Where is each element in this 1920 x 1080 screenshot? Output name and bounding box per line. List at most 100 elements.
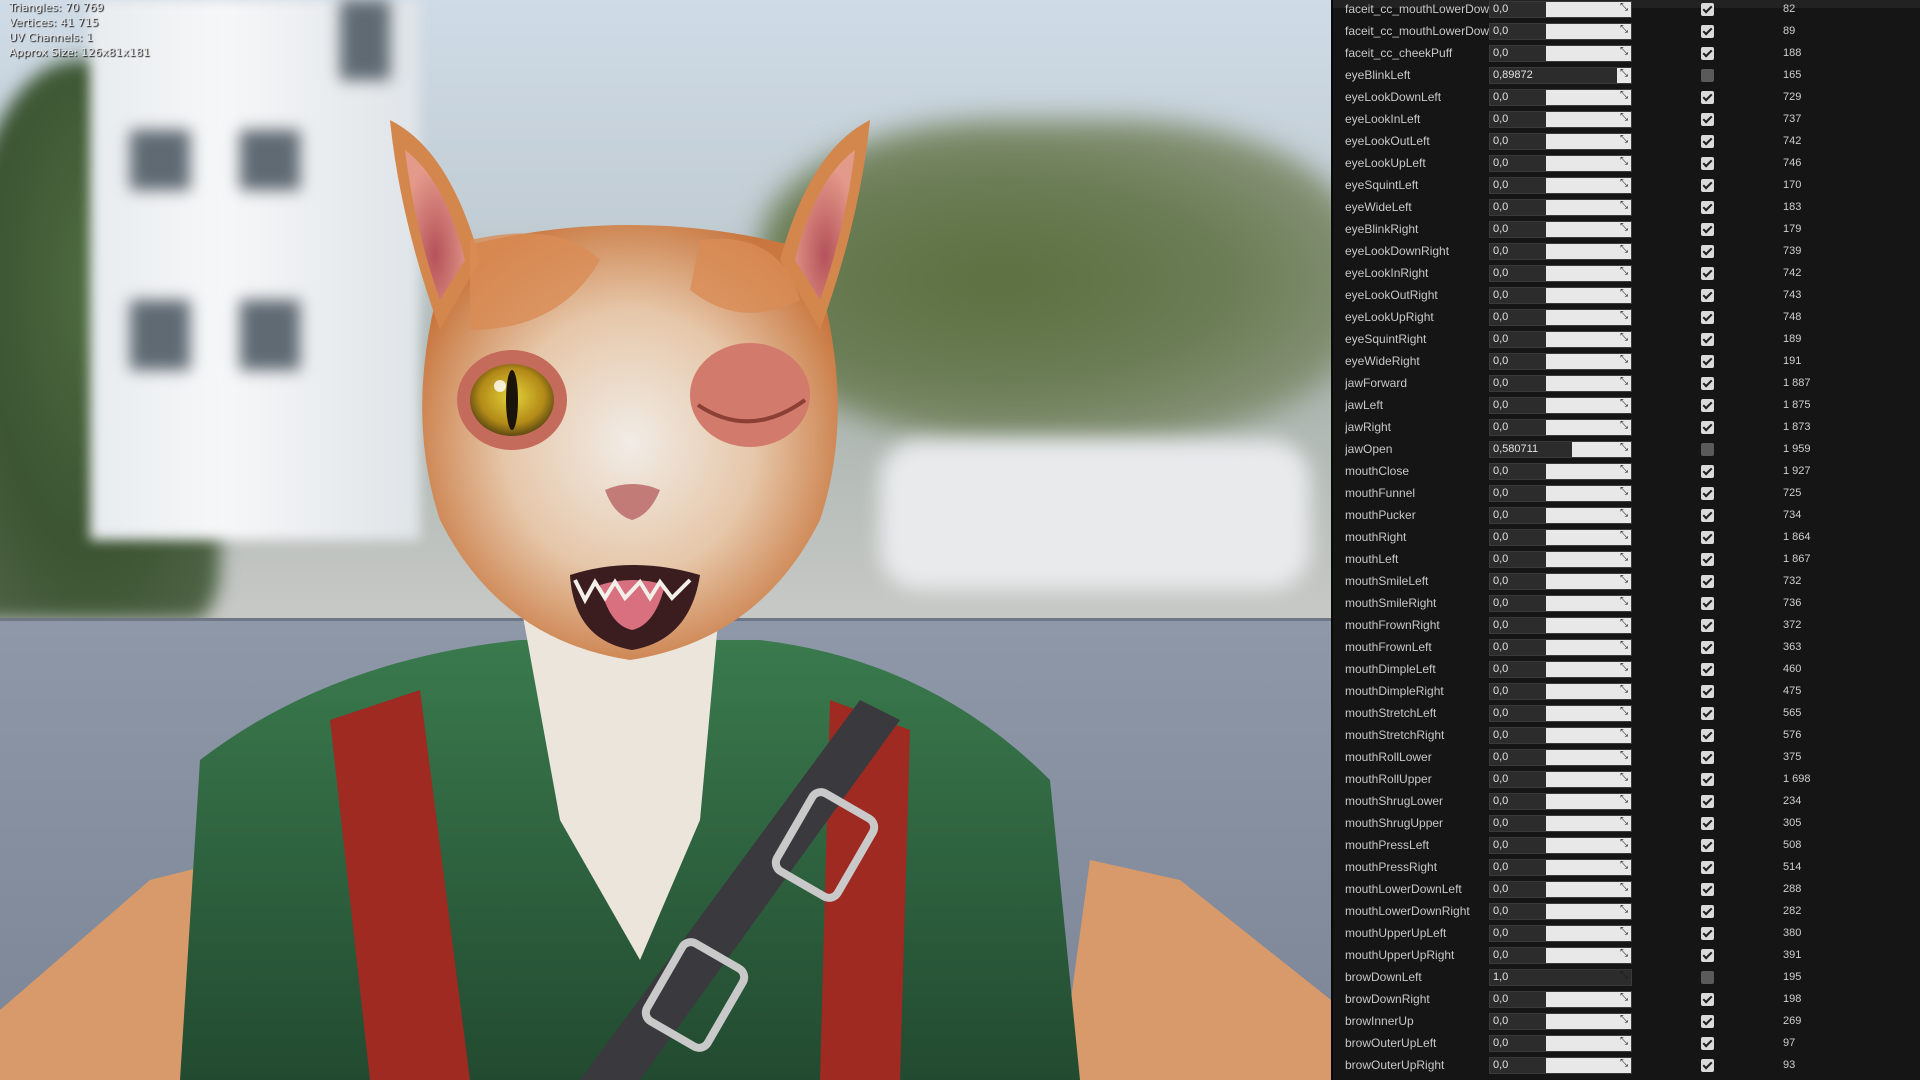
weight-value[interactable]: 0,0	[1493, 179, 1508, 191]
morph-target-row[interactable]: browDownRight 0,0 ⤡ 198	[1333, 989, 1920, 1011]
morph-target-row[interactable]: browInnerUp 0,0 ⤡ 269	[1333, 1011, 1920, 1033]
morph-target-row[interactable]: faceit_cc_mouthLowerDow 0,0 ⤡ 82	[1333, 0, 1920, 21]
weight-slider[interactable]: 0,0 ⤡	[1489, 683, 1632, 700]
auto-weight-checkbox[interactable]	[1701, 487, 1714, 500]
morph-target-row[interactable]: browOuterUpRight 0,0 ⤡ 93	[1333, 1055, 1920, 1077]
auto-weight-checkbox[interactable]	[1701, 113, 1714, 126]
morph-target-row[interactable]: jawRight 0,0 ⤡ 1 873	[1333, 417, 1920, 439]
weight-value[interactable]: 0,0	[1493, 949, 1508, 961]
weight-slider[interactable]: 0,0 ⤡	[1489, 1035, 1632, 1052]
weight-value[interactable]: 0,0	[1493, 289, 1508, 301]
auto-weight-checkbox[interactable]	[1701, 509, 1714, 522]
auto-weight-checkbox[interactable]	[1701, 25, 1714, 38]
weight-slider[interactable]: 0,0 ⤡	[1489, 639, 1632, 656]
auto-weight-checkbox[interactable]	[1701, 135, 1714, 148]
drag-arrows-icon[interactable]: ⤡	[1620, 728, 1628, 739]
drag-arrows-icon[interactable]: ⤡	[1620, 992, 1628, 1003]
morph-target-row[interactable]: mouthLowerDownRight 0,0 ⤡ 282	[1333, 901, 1920, 923]
drag-arrows-icon[interactable]: ⤡	[1620, 662, 1628, 673]
weight-slider[interactable]: 0,0 ⤡	[1489, 595, 1632, 612]
drag-arrows-icon[interactable]: ⤡	[1620, 860, 1628, 871]
drag-arrows-icon[interactable]: ⤡	[1620, 970, 1628, 981]
weight-slider[interactable]: 0,0 ⤡	[1489, 991, 1632, 1008]
weight-slider[interactable]: 0,0 ⤡	[1489, 331, 1632, 348]
auto-weight-checkbox[interactable]	[1701, 179, 1714, 192]
auto-weight-checkbox[interactable]	[1701, 223, 1714, 236]
weight-value[interactable]: 0,0	[1493, 773, 1508, 785]
drag-arrows-icon[interactable]: ⤡	[1620, 772, 1628, 783]
morph-target-row[interactable]: mouthStretchRight 0,0 ⤡ 576	[1333, 725, 1920, 747]
weight-slider[interactable]: 0,0 ⤡	[1489, 749, 1632, 766]
weight-slider[interactable]: 0,0 ⤡	[1489, 155, 1632, 172]
weight-slider[interactable]: 0,0 ⤡	[1489, 903, 1632, 920]
weight-value[interactable]: 0,0	[1493, 509, 1508, 521]
morph-target-row[interactable]: eyeLookUpRight 0,0 ⤡ 748	[1333, 307, 1920, 329]
weight-value[interactable]: 0,0	[1493, 1059, 1508, 1071]
weight-slider[interactable]: 0,0 ⤡	[1489, 243, 1632, 260]
weight-slider[interactable]: 1,0 ⤡	[1489, 969, 1632, 986]
morph-target-row[interactable]: faceit_cc_mouthLowerDow 0,0 ⤡ 89	[1333, 21, 1920, 43]
weight-value[interactable]: 0,0	[1493, 861, 1508, 873]
auto-weight-checkbox[interactable]	[1701, 861, 1714, 874]
drag-arrows-icon[interactable]: ⤡	[1620, 1014, 1628, 1025]
auto-weight-checkbox[interactable]	[1701, 399, 1714, 412]
weight-value[interactable]: 0,0	[1493, 531, 1508, 543]
auto-weight-checkbox[interactable]	[1701, 311, 1714, 324]
3d-viewport[interactable]: Triangles: 70 769 Vertices: 41 715 UV Ch…	[0, 0, 1331, 1080]
drag-arrows-icon[interactable]: ⤡	[1620, 1058, 1628, 1069]
drag-arrows-icon[interactable]: ⤡	[1620, 904, 1628, 915]
weight-value[interactable]: 0,0	[1493, 267, 1508, 279]
weight-slider[interactable]: 0,0 ⤡	[1489, 661, 1632, 678]
auto-weight-checkbox[interactable]	[1701, 333, 1714, 346]
drag-arrows-icon[interactable]: ⤡	[1620, 684, 1628, 695]
weight-value[interactable]: 0,580711	[1493, 443, 1538, 455]
auto-weight-checkbox[interactable]	[1701, 729, 1714, 742]
weight-slider[interactable]: 0,0 ⤡	[1489, 947, 1632, 964]
auto-weight-checkbox[interactable]	[1701, 289, 1714, 302]
morph-target-row[interactable]: jawOpen 0,580711 ⤡ 1 959	[1333, 439, 1920, 461]
auto-weight-checkbox[interactable]	[1701, 619, 1714, 632]
auto-weight-checkbox[interactable]	[1701, 971, 1714, 984]
auto-weight-checkbox[interactable]	[1701, 751, 1714, 764]
weight-value[interactable]: 0,0	[1493, 751, 1508, 763]
morph-target-row[interactable]: mouthRight 0,0 ⤡ 1 864	[1333, 527, 1920, 549]
drag-arrows-icon[interactable]: ⤡	[1620, 552, 1628, 563]
auto-weight-checkbox[interactable]	[1701, 685, 1714, 698]
weight-value[interactable]: 0,89872	[1493, 69, 1533, 81]
morph-target-row[interactable]: mouthRollUpper 0,0 ⤡ 1 698	[1333, 769, 1920, 791]
weight-value[interactable]: 0,0	[1493, 399, 1508, 411]
weight-slider[interactable]: 0,0 ⤡	[1489, 859, 1632, 876]
weight-slider[interactable]: 0,0 ⤡	[1489, 419, 1632, 436]
morph-target-row[interactable]: mouthSmileLeft 0,0 ⤡ 732	[1333, 571, 1920, 593]
drag-arrows-icon[interactable]: ⤡	[1620, 244, 1628, 255]
weight-value[interactable]: 0,0	[1493, 91, 1508, 103]
drag-arrows-icon[interactable]: ⤡	[1620, 1036, 1628, 1047]
weight-slider[interactable]: 0,0 ⤡	[1489, 507, 1632, 524]
auto-weight-checkbox[interactable]	[1701, 201, 1714, 214]
drag-arrows-icon[interactable]: ⤡	[1620, 112, 1628, 123]
auto-weight-checkbox[interactable]	[1701, 157, 1714, 170]
weight-value[interactable]: 0,0	[1493, 311, 1508, 323]
weight-value[interactable]: 0,0	[1493, 377, 1508, 389]
weight-slider[interactable]: 0,0 ⤡	[1489, 529, 1632, 546]
drag-arrows-icon[interactable]: ⤡	[1620, 24, 1628, 35]
morph-target-row[interactable]: mouthUpperUpLeft 0,0 ⤡ 380	[1333, 923, 1920, 945]
morph-target-row[interactable]: mouthFrownRight 0,0 ⤡ 372	[1333, 615, 1920, 637]
auto-weight-checkbox[interactable]	[1701, 1037, 1714, 1050]
weight-slider[interactable]: 0,0 ⤡	[1489, 925, 1632, 942]
morph-target-row[interactable]: mouthFrownLeft 0,0 ⤡ 363	[1333, 637, 1920, 659]
weight-slider[interactable]: 0,0 ⤡	[1489, 397, 1632, 414]
morph-target-row[interactable]: mouthClose 0,0 ⤡ 1 927	[1333, 461, 1920, 483]
weight-slider[interactable]: 0,0 ⤡	[1489, 463, 1632, 480]
morph-target-row[interactable]: eyeLookUpLeft 0,0 ⤡ 746	[1333, 153, 1920, 175]
drag-arrows-icon[interactable]: ⤡	[1620, 596, 1628, 607]
morph-target-row[interactable]: mouthShrugLower 0,0 ⤡ 234	[1333, 791, 1920, 813]
weight-value[interactable]: 0,0	[1493, 1037, 1508, 1049]
morph-target-row[interactable]: eyeLookDownLeft 0,0 ⤡ 729	[1333, 87, 1920, 109]
morph-target-row[interactable]: mouthPressRight 0,0 ⤡ 514	[1333, 857, 1920, 879]
morph-target-row[interactable]: eyeWideLeft 0,0 ⤡ 183	[1333, 197, 1920, 219]
auto-weight-checkbox[interactable]	[1701, 69, 1714, 82]
auto-weight-checkbox[interactable]	[1701, 795, 1714, 808]
drag-arrows-icon[interactable]: ⤡	[1620, 310, 1628, 321]
morph-target-row[interactable]: mouthFunnel 0,0 ⤡ 725	[1333, 483, 1920, 505]
